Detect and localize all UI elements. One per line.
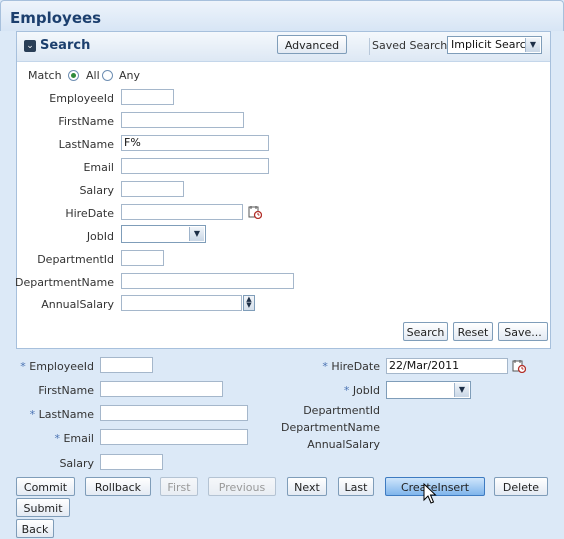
submit-button[interactable]: Submit bbox=[16, 498, 70, 517]
chevron-down-icon[interactable]: ▼ bbox=[525, 38, 540, 52]
save-button[interactable]: Save... bbox=[498, 322, 548, 341]
back-button[interactable]: Back bbox=[16, 519, 54, 538]
form-firstname-label: FirstName bbox=[38, 384, 94, 397]
match-any-radio[interactable] bbox=[102, 70, 113, 81]
form-employeeid-text: EmployeeId bbox=[29, 360, 94, 373]
search-employeeid-input[interactable] bbox=[121, 89, 174, 105]
form-hiredate-input[interactable]: 22/Mar/2011 bbox=[386, 358, 508, 374]
search-departmentid-label: DepartmentId bbox=[37, 253, 114, 266]
form-lastname-label: * LastName bbox=[30, 408, 94, 421]
search-jobid-label: JobId bbox=[86, 230, 114, 243]
search-hiredate-label: HireDate bbox=[65, 207, 114, 220]
form-firstname-input[interactable] bbox=[100, 381, 223, 397]
form-jobid-label: * JobId bbox=[344, 384, 380, 397]
saved-search-label: Saved Search bbox=[372, 39, 448, 52]
required-marker: * bbox=[29, 408, 36, 421]
next-button[interactable]: Next bbox=[287, 477, 327, 496]
search-hiredate-input[interactable] bbox=[121, 204, 243, 220]
search-email-input[interactable] bbox=[121, 158, 269, 174]
search-annualsalary-input[interactable] bbox=[121, 295, 242, 311]
disclose-icon[interactable]: ⌄ bbox=[24, 40, 36, 52]
search-firstname-label: FirstName bbox=[58, 115, 114, 128]
last-button[interactable]: Last bbox=[338, 477, 374, 496]
form-lastname-input[interactable] bbox=[100, 405, 248, 421]
required-marker: * bbox=[322, 360, 328, 373]
reset-button[interactable]: Reset bbox=[453, 322, 493, 341]
delete-button[interactable]: Delete bbox=[494, 477, 548, 496]
match-label: Match bbox=[28, 69, 62, 82]
mouse-cursor-icon bbox=[423, 483, 437, 504]
annualsalary-spinner[interactable]: ▲ ▼ bbox=[243, 295, 255, 311]
form-annualsalary-label: AnnualSalary bbox=[307, 438, 380, 451]
form-employeeid-label: * EmployeeId bbox=[20, 360, 94, 373]
match-all-label: All bbox=[86, 69, 100, 82]
search-email-label: Email bbox=[83, 161, 114, 174]
chevron-down-icon[interactable]: ▼ bbox=[454, 383, 469, 397]
search-title: Search bbox=[40, 38, 91, 53]
required-marker: * bbox=[343, 384, 350, 397]
calendar-icon[interactable] bbox=[248, 205, 262, 219]
form-hiredate-text: HireDate bbox=[331, 360, 380, 373]
first-button[interactable]: First bbox=[160, 477, 198, 496]
search-header: ⌄ Search Advanced Saved Search Implicit … bbox=[17, 32, 550, 62]
saved-search-select[interactable]: Implicit Search ▼ bbox=[447, 36, 542, 54]
search-departmentname-label: DepartmentName bbox=[14, 276, 114, 289]
search-employeeid-label: EmployeeId bbox=[49, 92, 114, 105]
page-header: Employees bbox=[0, 0, 564, 31]
search-panel: ⌄ Search Advanced Saved Search Implicit … bbox=[14, 31, 551, 349]
search-lastname-label: LastName bbox=[58, 138, 114, 151]
search-departmentid-input[interactable] bbox=[121, 250, 164, 266]
match-any-label: Any bbox=[119, 69, 141, 82]
form-departmentid-label: DepartmentId bbox=[303, 404, 380, 417]
match-all-radio[interactable] bbox=[68, 70, 79, 81]
form-jobid-text: JobId bbox=[352, 384, 380, 397]
search-lastname-input[interactable]: F% bbox=[121, 135, 269, 151]
form-email-text: Email bbox=[63, 432, 94, 445]
required-marker: * bbox=[20, 360, 26, 373]
search-annualsalary-label: AnnualSalary bbox=[41, 298, 114, 311]
search-salary-input[interactable] bbox=[121, 181, 184, 197]
form-email-label: * Email bbox=[54, 432, 94, 445]
page-title: Employees bbox=[10, 9, 102, 27]
search-salary-label: Salary bbox=[79, 184, 114, 197]
search-jobid-select[interactable]: ▼ bbox=[121, 225, 206, 243]
separator bbox=[369, 38, 370, 55]
commit-button[interactable]: Commit bbox=[16, 477, 75, 496]
search-departmentname-input[interactable] bbox=[121, 273, 294, 289]
form-salary-label: Salary bbox=[59, 457, 94, 470]
chevron-down-icon[interactable]: ▼ bbox=[189, 227, 204, 241]
required-marker: * bbox=[54, 432, 60, 445]
form-employeeid-input[interactable] bbox=[100, 357, 153, 373]
form-jobid-select[interactable]: ▼ bbox=[386, 381, 471, 399]
form-hiredate-label: * HireDate bbox=[322, 360, 380, 373]
previous-button[interactable]: Previous bbox=[208, 477, 276, 496]
form-salary-input[interactable] bbox=[100, 454, 163, 470]
search-button[interactable]: Search bbox=[403, 322, 448, 341]
form-lastname-text: LastName bbox=[38, 408, 94, 421]
form-departmentname-label: DepartmentName bbox=[280, 421, 380, 434]
saved-search-value: Implicit Search bbox=[451, 38, 533, 51]
form-email-input[interactable] bbox=[100, 429, 248, 445]
advanced-button[interactable]: Advanced bbox=[277, 35, 347, 54]
rollback-button[interactable]: Rollback bbox=[85, 477, 151, 496]
search-firstname-input[interactable] bbox=[121, 112, 244, 128]
calendar-icon[interactable] bbox=[512, 359, 526, 373]
